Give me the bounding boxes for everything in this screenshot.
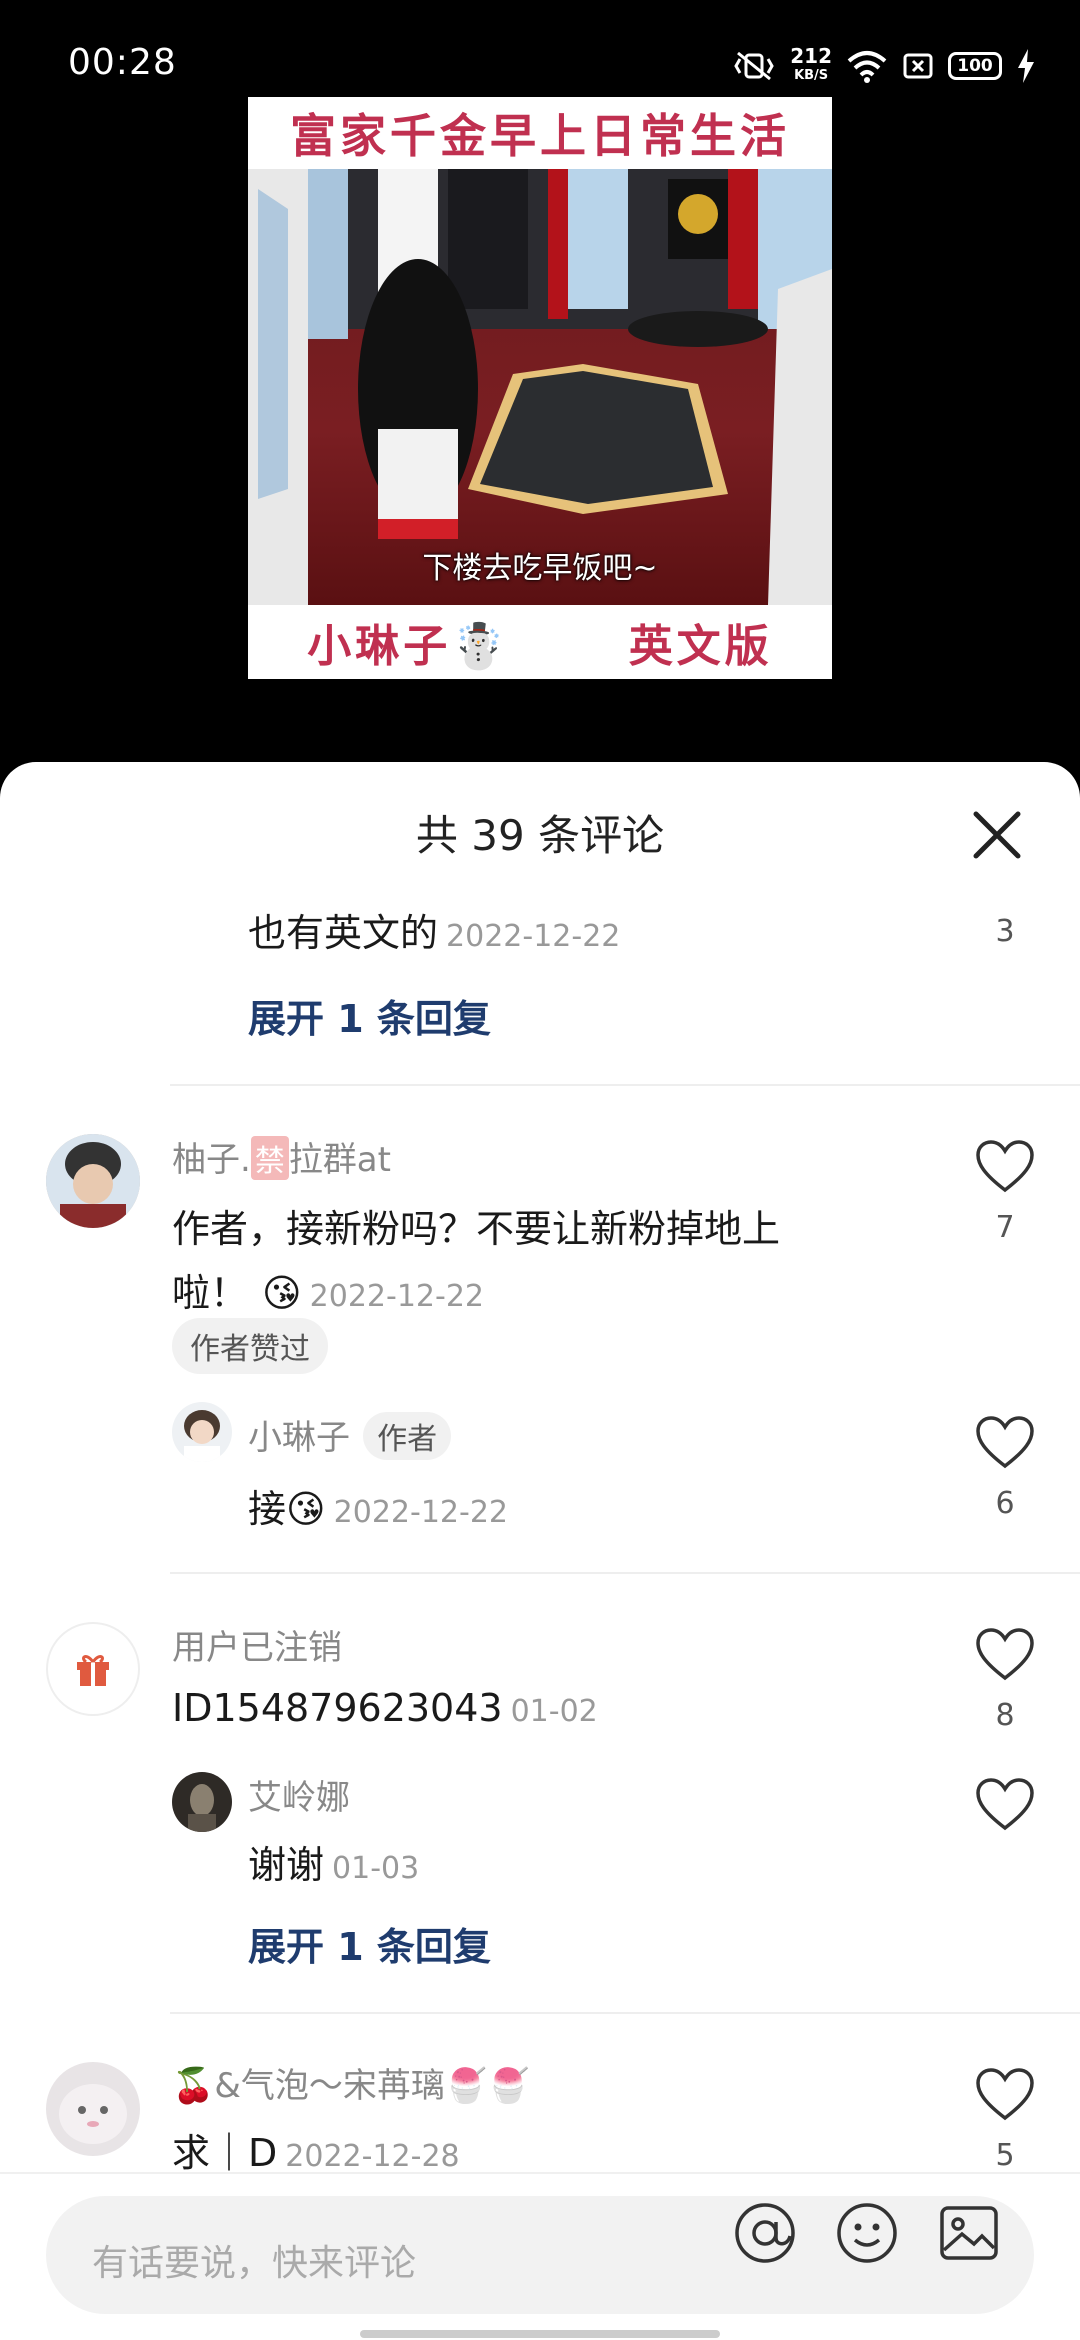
ban-badge: 禁 xyxy=(250,1136,289,1180)
comment-text-row: ID154879623043 01-02 xyxy=(172,1686,598,1730)
video-subtitle: 下楼去吃早饭吧~ xyxy=(422,551,658,586)
reply-avatar[interactable] xyxy=(172,1772,232,1832)
wifi-icon xyxy=(847,51,887,83)
mention-icon[interactable] xyxy=(732,2200,798,2266)
comment-text-row: 求｜D 2022-12-28 xyxy=(172,2122,460,2177)
emoji-icon[interactable] xyxy=(834,2200,900,2266)
reply-avatar[interactable] xyxy=(172,1402,232,1462)
kiss-emoji-icon: 😘 xyxy=(262,1271,302,1315)
reply-text-row: 谢谢 01-03 xyxy=(248,1834,419,1889)
like-count: 3 xyxy=(995,914,1015,949)
like-count: 7 xyxy=(995,1210,1015,1245)
heart-icon[interactable] xyxy=(974,1414,1036,1472)
video-scene: 下楼去吃早饭吧~ xyxy=(248,169,832,605)
comment-username[interactable]: 柚子. 禁拉群at xyxy=(172,1132,391,1181)
comment-date: 01-02 xyxy=(510,1694,598,1729)
comment-date: 2022-12-22 xyxy=(446,919,621,954)
video-title: 富家千金早上日常生活 xyxy=(290,109,790,163)
avatar[interactable] xyxy=(46,1622,140,1716)
charging-icon xyxy=(1018,49,1034,83)
comment-date: 2022-12-22 xyxy=(309,1279,484,1314)
comment-text: 求｜D xyxy=(172,2131,278,2175)
comments-count-title: 共 39 条评论 xyxy=(415,811,665,860)
comments-sheet: 共 39 条评论 也有英文的 2022-12-22 3 展开 1 条回复 柚子. 禁… xyxy=(0,762,1080,2340)
avatar[interactable] xyxy=(46,2062,140,2156)
reply-date: 2022-12-22 xyxy=(333,1495,508,1530)
video-version-label: 英文版 xyxy=(628,621,773,672)
reply-username[interactable]: 艾岭娜 xyxy=(248,1770,350,1819)
heart-icon[interactable] xyxy=(974,1776,1036,1834)
like-count: 8 xyxy=(995,1698,1015,1733)
kiss-emoji-icon: 😘 xyxy=(286,1487,326,1531)
vibrate-mute-icon xyxy=(734,51,774,81)
like-count: 5 xyxy=(995,2138,1015,2173)
comment-text: ID154879623043 xyxy=(172,1686,503,1730)
expand-replies-link[interactable]: 展开 1 条回复 xyxy=(248,1916,491,1971)
comment-input-bar: 有话要说，快来评论 xyxy=(0,2172,1080,2340)
comment-input-placeholder: 有话要说，快来评论 xyxy=(92,2243,417,2284)
avatar[interactable] xyxy=(46,1134,140,1228)
partial-comment: 也有英文的 2022-12-22 xyxy=(248,902,620,957)
heart-icon[interactable] xyxy=(974,2066,1036,2124)
scene-illustration xyxy=(248,169,832,605)
close-icon[interactable] xyxy=(966,804,1028,866)
divider xyxy=(170,2012,1080,2014)
reply-username-row: 小琳子 作者 xyxy=(248,1410,452,1460)
video-bottom-banner: 小琳子☃️ 英文版 xyxy=(248,605,832,679)
reply-text: 谢谢 xyxy=(248,1843,325,1887)
reply-text: 接 xyxy=(248,1487,287,1531)
comment-text-line1: 作者，接新粉吗？不要让新粉掉地上 xyxy=(172,1207,781,1251)
comment-text: 也有英文的 xyxy=(248,911,439,955)
author-liked-badge: 作者赞过 xyxy=(172,1318,328,1374)
author-badge: 作者 xyxy=(363,1412,452,1460)
comment-date: 2022-12-28 xyxy=(285,2139,460,2174)
like-count: 6 xyxy=(995,1486,1015,1521)
net-speed-value: 212 xyxy=(790,44,832,68)
heart-icon[interactable] xyxy=(974,1626,1036,1684)
battery-indicator: 100 xyxy=(948,52,1002,80)
comment-text-line2: 啦！ xyxy=(172,1271,249,1315)
home-indicator[interactable] xyxy=(360,2330,720,2338)
comment-username[interactable]: 用户已注销 xyxy=(172,1620,342,1669)
net-speed: 212 KB/S xyxy=(790,44,832,85)
sim-error-icon xyxy=(903,53,933,79)
comment-username[interactable]: 🍒&气泡～宋苒璃🍧🍧 xyxy=(172,2058,530,2107)
video-author-label: 小琳子☃️ xyxy=(307,621,511,672)
reply-date: 01-03 xyxy=(332,1851,420,1886)
username-text: 柚子. xyxy=(172,1140,251,1180)
video-player[interactable]: 富家千金早上日常生活 下楼去吃早饭吧~ 小琳子☃️ 英文版 xyxy=(248,97,832,679)
image-icon[interactable] xyxy=(936,2200,1002,2266)
reply-text-row: 接😘 2022-12-22 xyxy=(248,1478,508,1533)
gift-icon xyxy=(77,1655,109,1686)
comment-text-line2-row: 啦！ 😘 2022-12-22 xyxy=(172,1262,484,1317)
divider xyxy=(170,1084,1080,1086)
status-time: 00:28 xyxy=(68,42,177,83)
net-speed-unit: KB/S xyxy=(794,68,829,83)
status-icons: 212 KB/S 100 xyxy=(732,44,1036,88)
reply-username[interactable]: 小琳子 xyxy=(248,1418,350,1458)
divider xyxy=(170,1572,1080,1574)
username-suffix: 拉群at xyxy=(288,1140,391,1180)
heart-icon[interactable] xyxy=(974,1138,1036,1196)
expand-replies-link[interactable]: 展开 1 条回复 xyxy=(248,988,491,1043)
